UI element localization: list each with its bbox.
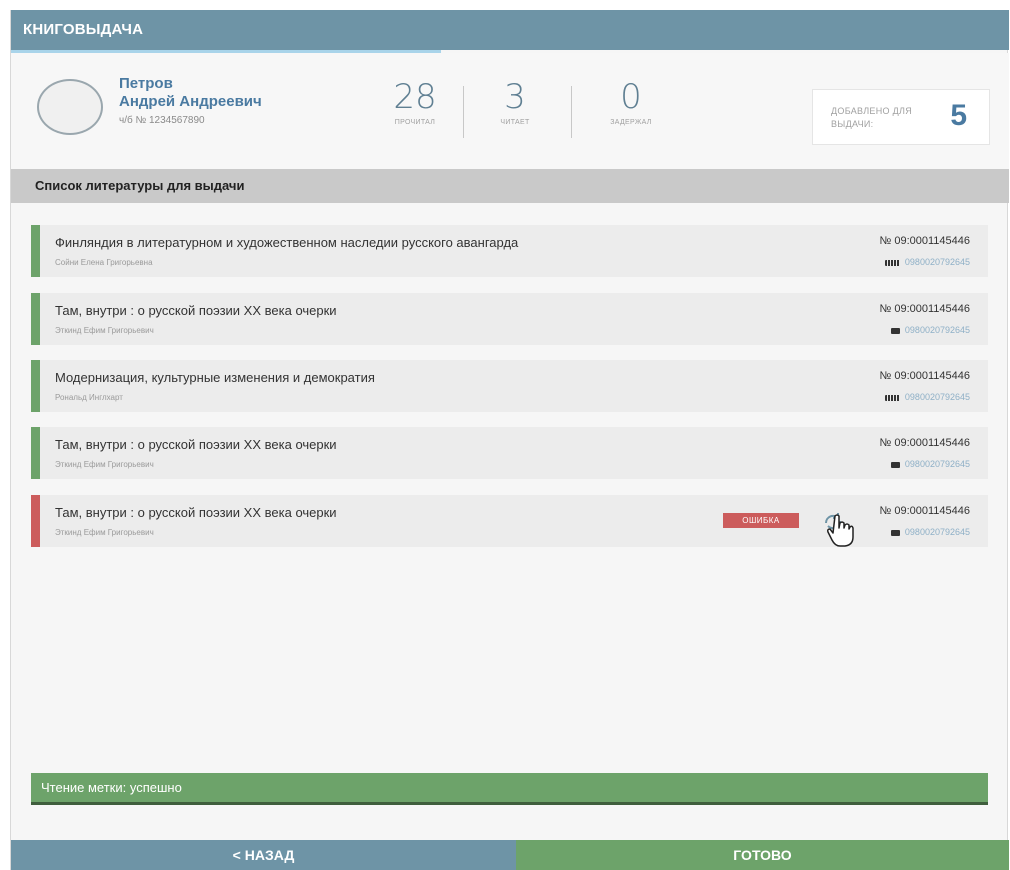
barcode-value: 0980020792645 (904, 325, 970, 335)
stat-divider (463, 86, 464, 138)
book-row-error[interactable]: Там, внутри : о русской поэзии XX века о… (31, 495, 988, 547)
tag-read-status: Чтение метки: успешно (31, 773, 988, 805)
rfid-tag-icon (890, 461, 900, 468)
app-title: КНИГОВЫДАЧА (11, 10, 1009, 50)
section-title: Список литературы для выдачи (11, 169, 1009, 203)
inventory-number: № 09:0001145446 (879, 505, 970, 517)
book-list: Финляндия в литературном и художественно… (11, 203, 1009, 773)
status-strip (31, 427, 40, 479)
book-title: Модернизация, культурные изменения и дем… (55, 370, 375, 385)
barcode-value: 0980020792645 (904, 257, 970, 267)
barcode-value: 0980020792645 (904, 392, 970, 402)
book-author: Сойни Елена Григорьевна (55, 258, 153, 267)
barcode-line: 0980020792645 (884, 257, 970, 267)
stat-read-value: 28 (393, 77, 437, 117)
book-row[interactable]: Там, внутри : о русской поэзии XX века о… (31, 427, 988, 479)
book-title: Там, внутри : о русской поэзии XX века о… (55, 437, 337, 452)
book-title: Там, внутри : о русской поэзии XX века о… (55, 303, 337, 318)
status-strip (31, 360, 40, 412)
book-title: Финляндия в литературном и художественно… (55, 235, 519, 250)
rfid-tag-icon (890, 327, 900, 334)
stat-read: 28 ПРОЧИТАЛ (375, 77, 455, 126)
book-author: Эткинд Ефим Григорьевич (55, 528, 154, 537)
added-for-issue-count: 5 (950, 99, 967, 132)
barcode-line: 0980020792645 (890, 325, 970, 335)
inventory-number: № 09:0001145446 (879, 303, 970, 315)
stat-read-label: ПРОЧИТАЛ (394, 119, 436, 126)
barcode-value: 0980020792645 (904, 459, 970, 469)
book-row[interactable]: Там, внутри : о русской поэзии XX века о… (31, 293, 988, 345)
status-strip (31, 225, 40, 277)
barcode-icon (884, 259, 900, 266)
app-window: КНИГОВЫДАЧА Петров Андрей Андреевич ч/б … (10, 10, 1009, 870)
stat-divider (571, 86, 572, 138)
stat-overdue: 0 ЗАДЕРЖАЛ (591, 77, 671, 126)
status-strip (31, 293, 40, 345)
status-strip (31, 495, 40, 547)
barcode-line: 0980020792645 (890, 527, 970, 537)
reader-card-number: ч/б № 1234567890 (119, 115, 205, 126)
book-title: Там, внутри : о русской поэзии XX века о… (55, 505, 337, 520)
reader-profile: Петров Андрей Андреевич ч/б № 1234567890… (11, 53, 1009, 169)
reader-first-middle-name: Андрей Андреевич (119, 93, 262, 110)
added-for-issue-box: ДОБАВЛЕНО ДЛЯ ВЫДАЧИ: 5 (812, 89, 990, 145)
book-author: Эткинд Ефим Григорьевич (55, 326, 154, 335)
inventory-number: № 09:0001145446 (879, 235, 970, 247)
stat-reading-value: 3 (504, 77, 526, 117)
stat-overdue-value: 0 (620, 77, 642, 117)
back-button[interactable]: < НАЗАД (11, 840, 516, 870)
added-for-issue-label: ДОБАВЛЕНО ДЛЯ ВЫДАЧИ: (831, 106, 913, 129)
inventory-number: № 09:0001145446 (879, 437, 970, 449)
avatar (37, 79, 103, 135)
inventory-number: № 09:0001145446 (879, 370, 970, 382)
rfid-tag-icon (890, 529, 900, 536)
done-button[interactable]: ГОТОВО (516, 840, 1009, 870)
barcode-line: 0980020792645 (884, 392, 970, 402)
barcode-icon (884, 394, 900, 401)
barcode-value: 0980020792645 (904, 527, 970, 537)
book-row[interactable]: Финляндия в литературном и художественно… (31, 225, 988, 277)
stat-reading-label: ЧИТАЕТ (500, 119, 530, 126)
stat-reading: 3 ЧИТАЕТ (475, 77, 555, 126)
reader-last-name: Петров (119, 75, 173, 92)
book-author: Эткинд Ефим Григорьевич (55, 460, 154, 469)
book-author: Рональд Инглхарт (55, 393, 123, 402)
error-badge: ОШИБКА (723, 513, 799, 528)
barcode-line: 0980020792645 (890, 459, 970, 469)
stat-overdue-label: ЗАДЕРЖАЛ (610, 119, 652, 126)
book-row[interactable]: Модернизация, культурные изменения и дем… (31, 360, 988, 412)
hand-cursor-icon (827, 514, 854, 547)
reader-name: Петров Андрей Андреевич (119, 75, 262, 111)
